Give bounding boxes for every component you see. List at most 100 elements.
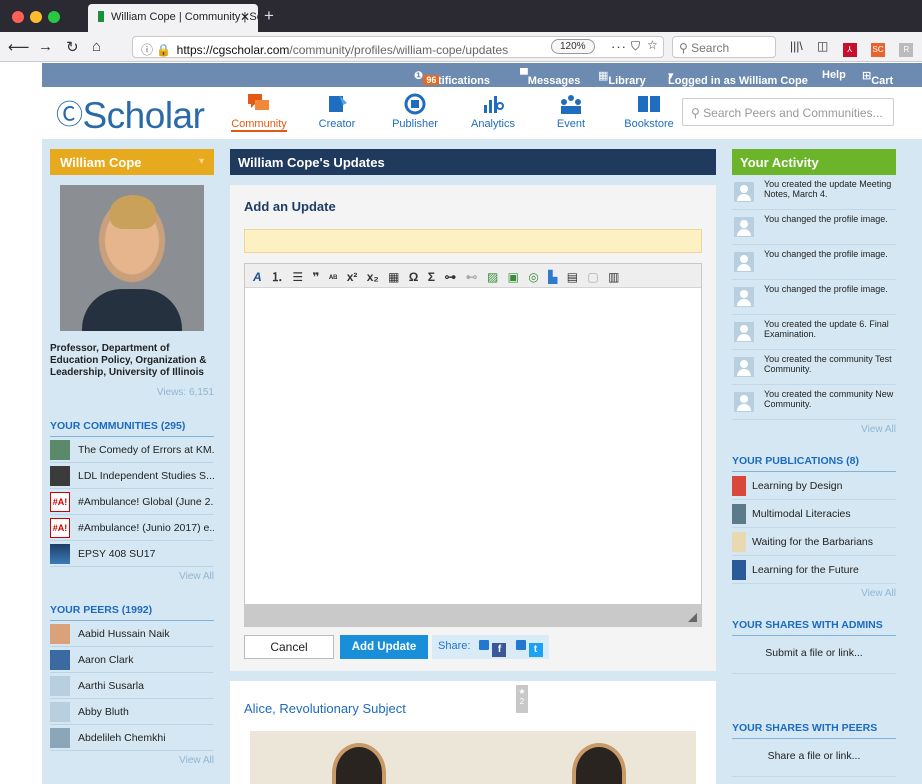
address-bar[interactable]: ⓘ 🔒 https://cgscholar.com/community/prof… (132, 36, 664, 58)
community-item[interactable]: #A! #Ambulance! Global (June 2... (50, 489, 214, 515)
communities-view-all[interactable]: View All (50, 567, 214, 582)
link-icon[interactable]: ⊶ (444, 270, 456, 284)
copy-icon[interactable]: ▢ (587, 270, 598, 284)
close-tab-icon[interactable]: ✕ (240, 10, 250, 24)
browser-search-input[interactable]: ⚲ Search (672, 36, 776, 58)
publication-item[interactable]: Multimodal Literacies (732, 500, 896, 528)
profile-name-bar[interactable]: William Cope ▼ (50, 149, 214, 175)
special-char-icon[interactable]: Ω (409, 270, 419, 284)
share-twitter-checkbox[interactable] (515, 640, 526, 650)
community-item[interactable]: #A! #Ambulance! (Junio 2017) e... (50, 515, 214, 541)
info-icon[interactable]: ⓘ (141, 43, 153, 57)
publication-item[interactable]: Learning by Design (732, 472, 896, 500)
forward-icon[interactable]: → (38, 38, 53, 55)
video-icon[interactable]: ◎ (528, 270, 538, 284)
sidebar-icon[interactable]: ◫ (817, 39, 828, 53)
activity-item[interactable]: You created the update Meeting Notes, Ma… (732, 175, 896, 210)
zoom-window-button[interactable] (48, 11, 60, 23)
post-image[interactable] (250, 731, 696, 784)
media-icon[interactable]: ▣ (508, 270, 519, 284)
unlink-icon[interactable]: ⊷ (466, 270, 478, 284)
cart-link[interactable]: ⊞ Cart (862, 69, 893, 87)
activity-item[interactable]: You changed the profile image. (732, 210, 896, 245)
image-icon[interactable]: ▨ (487, 270, 498, 284)
nav-bookstore[interactable]: Bookstore (610, 87, 688, 139)
nav-creator[interactable]: Creator (298, 87, 376, 139)
peer-item[interactable]: Abdelileh Chemkhi (50, 725, 214, 751)
subscript-icon[interactable]: x₂ (367, 270, 379, 284)
resize-handle-icon[interactable] (688, 613, 697, 622)
publications-view-all[interactable]: View All (732, 584, 896, 599)
help-link[interactable]: Help (822, 69, 846, 81)
scholar-logo[interactable]: ⒸScholar (56, 93, 205, 137)
nav-event[interactable]: Event (532, 87, 610, 139)
chevron-down-icon[interactable]: ▼ (197, 156, 206, 166)
bullet-list-icon[interactable]: ☰ (292, 270, 303, 284)
add-update-button[interactable]: Add Update (340, 635, 428, 659)
extension-icon[interactable]: R (899, 43, 914, 57)
activity-item[interactable]: You created the community Test Community… (732, 350, 896, 385)
activity-item[interactable]: You created the community New Community. (732, 385, 896, 420)
cancel-button[interactable]: Cancel (244, 635, 334, 659)
shares-peers-heading[interactable]: YOUR SHARES WITH PEERS (732, 722, 896, 739)
close-window-button[interactable] (12, 11, 24, 23)
update-title-input[interactable] (244, 229, 702, 253)
peer-item[interactable]: Aarthi Susarla (50, 673, 214, 699)
activity-view-all[interactable]: View All (732, 420, 896, 435)
publication-item[interactable]: Waiting for the Barbarians (732, 528, 896, 556)
library-icon[interactable]: |||\ (790, 39, 803, 53)
nav-analytics[interactable]: Analytics (454, 87, 532, 139)
font-style-icon[interactable]: A (253, 270, 262, 284)
superscript-icon[interactable]: x² (347, 270, 358, 284)
share-file-link[interactable]: Share a file or link... (732, 739, 896, 777)
peers-heading[interactable]: YOUR PEERS (1992) (50, 604, 214, 621)
reload-icon[interactable]: ↻ (66, 38, 79, 56)
shares-admins-heading[interactable]: YOUR SHARES WITH ADMINS (732, 619, 896, 636)
upload-icon[interactable]: ▙ (548, 270, 557, 284)
peer-item[interactable]: Aabid Hussain Naik (50, 621, 214, 647)
nav-publisher[interactable]: Publisher (376, 87, 454, 139)
rich-text-editor[interactable]: A ⒈ ☰ ❞ ᴬᴮ x² x₂ ▦ Ω Σ ⊶ ⊷ ▨ ▣ ◎ ▙ ▤ ▢ ▥ (244, 263, 702, 627)
embed-icon[interactable]: ▤ (567, 270, 578, 284)
browser-tab[interactable]: William Cope | Community | Sch ✕ (88, 4, 258, 32)
activity-item[interactable]: You changed the profile image. (732, 245, 896, 280)
community-label: LDL Independent Studies S... (78, 470, 214, 482)
page-actions-icon[interactable]: ··· (611, 39, 627, 54)
browser-tab-bar: William Cope | Community | Sch ✕ + (0, 0, 922, 32)
zoom-indicator[interactable]: 120% (551, 39, 595, 54)
sc-extension-icon[interactable]: SC (871, 43, 886, 57)
spellcheck-icon[interactable]: ᴬᴮ (329, 273, 337, 283)
publications-heading[interactable]: YOUR PUBLICATIONS (8) (732, 455, 896, 472)
publication-item[interactable]: Learning for the Future (732, 556, 896, 584)
messages-link[interactable]: ▀ Messages (520, 69, 580, 87)
activity-item[interactable]: You changed the profile image. (732, 280, 896, 315)
logged-in-menu[interactable]: Logged in as William Cope ▾ (668, 69, 808, 87)
pdf-extension-icon[interactable]: ⅄ (842, 43, 857, 57)
community-item[interactable]: The Comedy of Errors at KM... (50, 437, 214, 463)
numbered-list-icon[interactable]: ⒈ (271, 268, 283, 285)
library-link[interactable]: ▦ Library (598, 69, 646, 87)
notifications-link[interactable]: ❶ Notifications 96 (414, 69, 490, 87)
minimize-window-button[interactable] (30, 11, 42, 23)
bookmark-star-icon[interactable]: ☆ (647, 38, 658, 52)
activity-item[interactable]: You created the update 6. Final Examinat… (732, 315, 896, 350)
post-title[interactable]: Alice, Revolutionary Subject (244, 701, 406, 716)
share-facebook-checkbox[interactable] (479, 640, 490, 650)
new-tab-button[interactable]: + (264, 6, 274, 26)
communities-heading[interactable]: YOUR COMMUNITIES (295) (50, 420, 214, 437)
community-item[interactable]: LDL Independent Studies S... (50, 463, 214, 489)
back-icon[interactable]: ⟵ (8, 38, 30, 56)
home-icon[interactable]: ⌂ (92, 38, 101, 55)
paste-icon[interactable]: ▥ (608, 270, 619, 284)
blockquote-icon[interactable]: ❞ (312, 270, 319, 284)
peer-community-search-input[interactable]: ⚲ Search Peers and Communities... (682, 98, 894, 126)
community-item[interactable]: EPSY 408 SU17 (50, 541, 214, 567)
peer-item[interactable]: Aaron Clark (50, 647, 214, 673)
submit-file-link[interactable]: Submit a file or link... (732, 636, 896, 674)
pocket-icon[interactable]: ⛉ (631, 39, 640, 54)
table-icon[interactable]: ▦ (388, 270, 399, 284)
sum-icon[interactable]: Σ (428, 270, 435, 284)
nav-community[interactable]: Community (220, 87, 298, 139)
peer-item[interactable]: Abby Bluth (50, 699, 214, 725)
peers-view-all[interactable]: View All (50, 751, 214, 766)
